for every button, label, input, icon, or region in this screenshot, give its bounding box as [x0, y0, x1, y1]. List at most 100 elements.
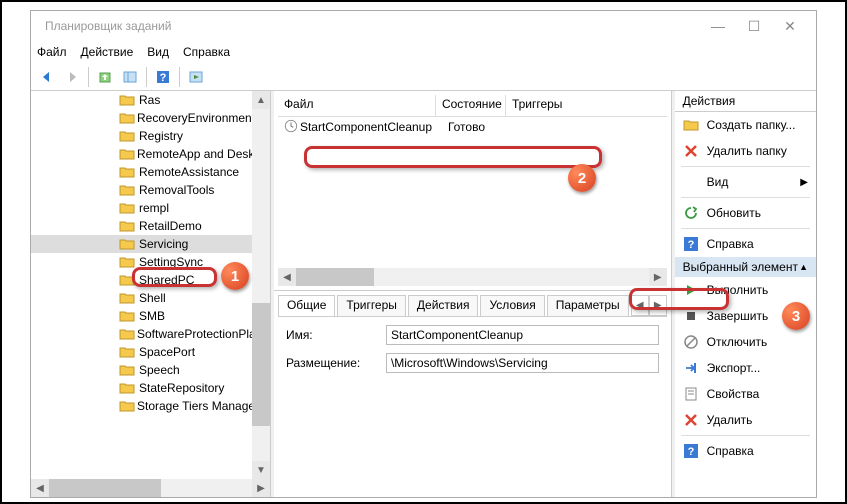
action-delete[interactable]: Удалить [675, 407, 816, 433]
tree-vscroll[interactable]: ▲ ▼ [252, 91, 270, 479]
folder-icon [119, 308, 137, 324]
tree-item-recoveryenvironment[interactable]: RecoveryEnvironment [31, 109, 252, 127]
action-refresh[interactable]: Обновить [675, 200, 816, 226]
properties-icon [683, 386, 699, 402]
folder-icon [119, 398, 135, 414]
action-view[interactable]: Вид▶ [675, 169, 816, 195]
task-row[interactable]: StartComponentCleanup Готово [278, 117, 667, 137]
tab-nav-left[interactable]: ◀ [631, 295, 649, 316]
titlebar: Планировщик заданий — ☐ ✕ [31, 11, 816, 41]
actions-pane: Действия Создать папку... Удалить папку … [675, 91, 816, 497]
tree-item-speech[interactable]: Speech [31, 361, 252, 379]
folder-icon [119, 254, 137, 270]
forward-button[interactable] [60, 66, 84, 88]
tab-conditions[interactable]: Условия [480, 295, 544, 316]
tree-item-smb[interactable]: SMB [31, 307, 252, 325]
action-disable[interactable]: Отключить [675, 329, 816, 355]
tree-item-staterepository[interactable]: StateRepository [31, 379, 252, 397]
task-state: Готово [442, 119, 512, 135]
folder-icon [119, 362, 137, 378]
action-properties[interactable]: Свойства [675, 381, 816, 407]
action-create-folder[interactable]: Создать папку... [675, 112, 816, 138]
location-label: Размещение: [286, 356, 386, 370]
folder-icon [119, 128, 137, 144]
help-icon: ? [683, 236, 699, 252]
col-trig[interactable]: Триггеры [506, 95, 566, 116]
col-name[interactable]: Файл [278, 95, 436, 116]
folder-icon [119, 290, 137, 306]
folder-icon [119, 272, 137, 288]
tree-item-spaceport[interactable]: SpacePort [31, 343, 252, 361]
tasklist-hscroll[interactable]: ◀ ▶ [278, 268, 667, 286]
menu-file[interactable]: Файл [37, 45, 67, 59]
folder-icon [119, 146, 135, 162]
delete-folder-icon [683, 143, 699, 159]
back-button[interactable] [35, 66, 59, 88]
menu-action[interactable]: Действие [81, 45, 134, 59]
export-icon [683, 360, 699, 376]
help-button[interactable]: ? [151, 66, 175, 88]
tree-item-retaildemo[interactable]: RetailDemo [31, 217, 252, 235]
tab-actions[interactable]: Действия [408, 295, 479, 316]
tree-hscroll[interactable]: ◀ ▶ [31, 479, 270, 497]
name-field[interactable]: StartComponentCleanup [386, 325, 659, 345]
tree-item-ras[interactable]: Ras [31, 91, 252, 109]
tree-item-servicing[interactable]: Servicing [31, 235, 252, 253]
menubar: Файл Действие Вид Справка [31, 41, 816, 63]
folder-icon [119, 92, 137, 108]
tree-item-registry[interactable]: Registry [31, 127, 252, 145]
location-field[interactable]: \Microsoft\Windows\Servicing [386, 353, 659, 373]
tree-item-shell[interactable]: Shell [31, 289, 252, 307]
folder-icon [119, 110, 135, 126]
task-pane: Файл Состояние Триггеры StartComponentCl… [274, 91, 672, 497]
action-export[interactable]: Экспорт... [675, 355, 816, 381]
run-view-button[interactable] [184, 66, 208, 88]
action-end[interactable]: Завершить [675, 303, 816, 329]
close-button[interactable]: ✕ [772, 14, 808, 39]
col-state[interactable]: Состояние [436, 95, 506, 116]
tree-item-softwareprotectionplatform[interactable]: SoftwareProtectionPlatform [31, 325, 252, 343]
tree-item-storage-tiers-management[interactable]: Storage Tiers Management [31, 397, 252, 415]
folder-icon [119, 218, 137, 234]
details-tabs: Общие Триггеры Действия Условия Параметр… [278, 295, 667, 317]
task-list-header: Файл Состояние Триггеры [278, 95, 667, 117]
svg-text:?: ? [160, 72, 167, 84]
tree-item-rempl[interactable]: rempl [31, 199, 252, 217]
minimize-button[interactable]: — [700, 14, 736, 38]
folder-icon [119, 236, 137, 252]
menu-help[interactable]: Справка [183, 45, 230, 59]
disable-icon [683, 334, 699, 350]
action-help-2[interactable]: ?Справка [675, 438, 816, 464]
stop-icon [683, 308, 699, 324]
tree-item-remoteapp-and-desktop[interactable]: RemoteApp and Desktop [31, 145, 252, 163]
tree-item-remoteassistance[interactable]: RemoteAssistance [31, 163, 252, 181]
up-button[interactable] [93, 66, 117, 88]
action-run[interactable]: Выполнить [675, 277, 816, 303]
action-delete-folder[interactable]: Удалить папку [675, 138, 816, 164]
tree-item-settingsync[interactable]: SettingSync [31, 253, 252, 271]
list-view-button[interactable] [118, 66, 142, 88]
folder-icon [119, 344, 137, 360]
tree-item-sharedpc[interactable]: SharedPC [31, 271, 252, 289]
task-name: StartComponentCleanup [300, 120, 432, 134]
tab-general[interactable]: Общие [278, 295, 335, 316]
help-icon: ? [683, 443, 699, 459]
tree-pane: RasRecoveryEnvironmentRegistryRemoteApp … [31, 91, 271, 497]
clock-icon [284, 119, 298, 136]
new-folder-icon [683, 117, 699, 133]
folder-icon [119, 380, 137, 396]
play-icon [683, 282, 699, 298]
tree-item-removaltools[interactable]: RemovalTools [31, 181, 252, 199]
menu-view[interactable]: Вид [147, 45, 169, 59]
collapse-icon: ▲ [799, 262, 808, 272]
folder-icon [119, 200, 137, 216]
action-help[interactable]: ?Справка [675, 231, 816, 257]
tab-triggers[interactable]: Триггеры [337, 295, 406, 316]
actions-section-selected: Выбранный элемент▲ [675, 257, 816, 277]
maximize-button[interactable]: ☐ [736, 14, 772, 39]
actions-title: Действия [675, 91, 816, 112]
tab-nav-right[interactable]: ▶ [649, 295, 667, 316]
delete-icon [683, 412, 699, 428]
toolbar: ? [31, 63, 816, 91]
tab-params[interactable]: Параметры [547, 295, 629, 316]
